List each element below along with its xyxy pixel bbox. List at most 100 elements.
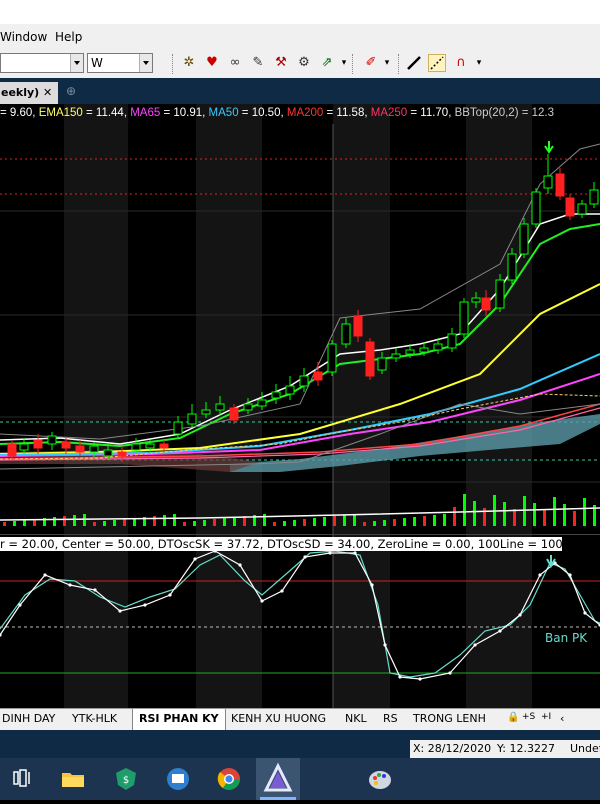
candle-body: [145, 443, 155, 449]
osc-point: [538, 573, 542, 577]
sheet-tab[interactable]: KENH XU HUONG: [231, 712, 326, 725]
oscillator-pane[interactable]: r = 20.00, Center = 50.00, DTOscSK = 37.…: [0, 534, 600, 709]
toolbar-separator: [352, 54, 355, 74]
volume-bar: [103, 521, 106, 526]
status-x: X: 28/12/2020: [413, 742, 492, 755]
gear-cluster-icon[interactable]: ✲: [180, 54, 198, 72]
tools-icon[interactable]: ⚙: [295, 54, 313, 72]
candle-body: [7, 443, 17, 457]
toolbar-separator: [172, 54, 175, 74]
status-mode: Undefi: [570, 742, 600, 755]
app-shield-icon[interactable]: $: [113, 766, 139, 792]
lock-icon[interactable]: 🔒: [507, 712, 519, 723]
insert-sheet-button[interactable]: +I: [541, 712, 551, 722]
legend-part: = 10.91,: [160, 107, 209, 119]
add-sheet-button[interactable]: +S: [522, 712, 535, 722]
oscillator-svg[interactable]: [0, 535, 600, 709]
dotted-line-tool-icon[interactable]: [428, 54, 446, 72]
candle-body: [543, 175, 553, 189]
price-chart-svg[interactable]: [0, 104, 600, 534]
volume-bar: [293, 520, 296, 526]
volume-bar: [283, 521, 286, 526]
volume-bar: [343, 515, 346, 526]
heart-icon[interactable]: ♥: [203, 54, 221, 72]
close-icon[interactable]: ✕: [43, 86, 52, 99]
signal-arrow-icon: [544, 141, 554, 154]
legend-part: = 9.60,: [0, 107, 39, 119]
volume-bar: [333, 516, 336, 526]
menu-help[interactable]: Help: [55, 30, 82, 44]
candle-body: [173, 421, 183, 435]
osc-point: [383, 643, 387, 647]
candle-body: [577, 203, 587, 215]
chevron-left-icon[interactable]: ‹: [560, 712, 564, 725]
volume-bar: [193, 521, 196, 526]
price-chart-pane[interactable]: = 9.60, EMA150 = 11.44, MA65 = 10.91, MA…: [0, 104, 600, 534]
candle-body: [229, 407, 239, 421]
legend-part: MA65: [130, 107, 161, 119]
candle-body: [61, 441, 71, 449]
paint-palette-icon[interactable]: [367, 766, 393, 792]
sheet-tab[interactable]: TRONG LENH: [413, 712, 486, 725]
notes-icon[interactable]: ✎: [249, 54, 267, 72]
task-view-icon[interactable]: [10, 766, 36, 792]
file-explorer-icon[interactable]: [60, 766, 86, 792]
legend-part: = 11.70,: [407, 107, 455, 119]
tab-weekly-chart[interactable]: eekly) ✕: [0, 82, 58, 104]
toolbar-overflow-icon[interactable]: ▾: [339, 54, 349, 72]
sheet-tab[interactable]: RS: [383, 712, 398, 725]
sheet-tab[interactable]: DINH DAY: [2, 712, 55, 725]
candle-body: [19, 443, 29, 451]
osc-point: [260, 599, 264, 603]
osc-point: [568, 573, 572, 577]
sheet-tab[interactable]: YTK-HLK: [72, 712, 117, 725]
legend-part: = 11.58,: [323, 107, 371, 119]
osc-point: [68, 583, 72, 587]
osc-annotation: Ban PK: [545, 631, 588, 645]
toolbar: W ✲ ♥ ∞ ✎ ⚒ ⚙ ⇗ ▾ ✐ ▾ ∩ ▾: [0, 50, 600, 79]
amibroker-icon: [260, 762, 296, 800]
volume-bar: [463, 494, 466, 526]
candle-body: [365, 341, 375, 377]
osc-point: [448, 671, 452, 675]
amibroker-task-active[interactable]: [256, 758, 300, 800]
candle-body: [47, 435, 57, 445]
glasses-icon[interactable]: ∞: [226, 54, 244, 72]
candle-body: [103, 449, 113, 457]
menu-window[interactable]: Window: [0, 30, 47, 44]
osc-point: [473, 643, 477, 647]
pen-color-icon[interactable]: ✐: [362, 54, 380, 72]
toolbar-overflow-icon[interactable]: ▾: [474, 54, 484, 72]
chevron-down-icon[interactable]: [70, 54, 83, 72]
chevron-down-icon[interactable]: ▾: [382, 54, 392, 72]
legend-part: MA250: [370, 107, 408, 119]
hammer-icon[interactable]: ⚒: [272, 54, 290, 72]
osc-point: [328, 551, 332, 555]
volume-bar: [323, 517, 326, 526]
candle-body: [531, 191, 541, 225]
volume-bar: [83, 514, 86, 526]
tab-label: eekly): [1, 86, 40, 99]
chevron-down-icon[interactable]: [139, 54, 152, 72]
volume-bar: [163, 515, 166, 526]
legend-part: BBTop(20,2) = 12.3: [454, 107, 555, 119]
volume-bar: [543, 510, 546, 526]
legend-part: = 11.44,: [82, 107, 131, 119]
volume-bar: [533, 503, 536, 526]
chrome-icon[interactable]: [216, 766, 242, 792]
sheet-tab-active[interactable]: RSI PHAN KY: [132, 709, 226, 732]
candle-body: [33, 439, 43, 449]
interval-combo[interactable]: W: [87, 53, 153, 73]
volume-bar: [423, 516, 426, 526]
menu-bar: Window Help: [0, 24, 600, 50]
sheet-tab[interactable]: NKL: [345, 712, 367, 725]
osc-point: [193, 557, 197, 561]
add-tab-icon[interactable]: ⊕: [66, 84, 76, 98]
magnet-icon[interactable]: ∩: [452, 54, 470, 72]
app-monitor-icon[interactable]: [165, 766, 191, 792]
period-band: [64, 104, 128, 534]
symbol-combo[interactable]: [0, 53, 84, 73]
export-icon[interactable]: ⇗: [318, 54, 336, 72]
candle-body: [555, 173, 565, 197]
line-tool-icon[interactable]: [405, 54, 423, 72]
